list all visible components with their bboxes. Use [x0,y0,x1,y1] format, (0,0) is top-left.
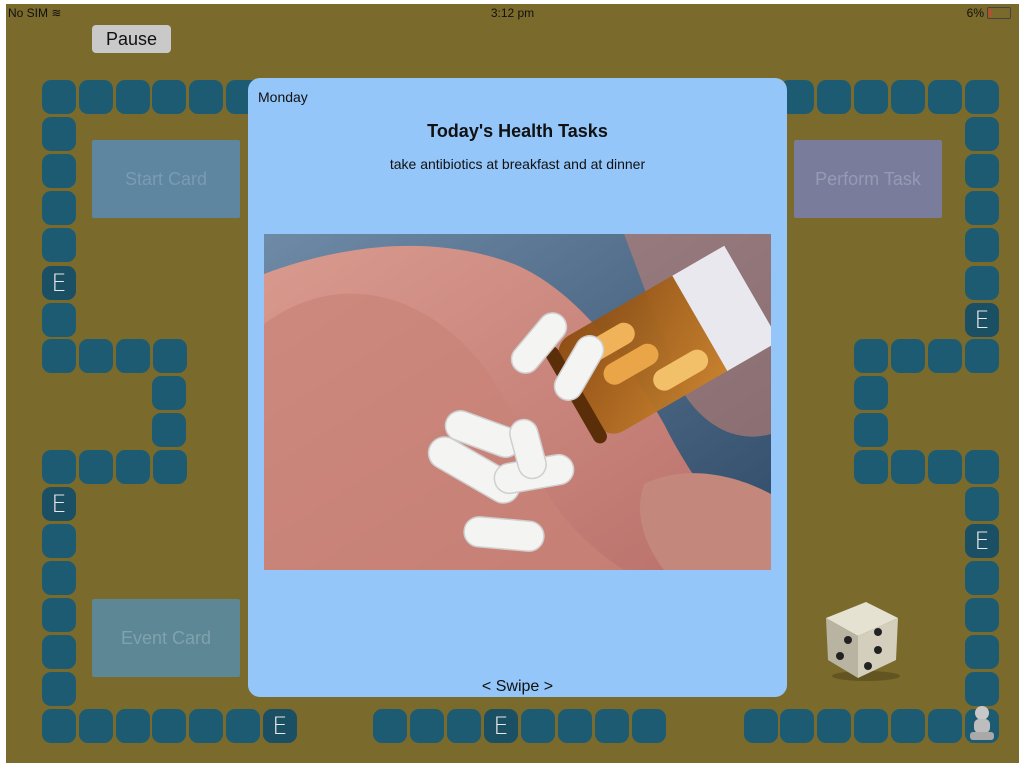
board-tile [854,450,888,484]
board-tile [42,117,76,151]
board-tile [817,709,851,743]
board-tile [965,450,999,484]
player-pawn-icon [970,706,994,740]
card-title: Today's Health Tasks [427,121,608,141]
battery-icon [987,7,1011,19]
board-tile [152,80,187,114]
board-tile [42,191,76,225]
board-tile [595,709,629,743]
board-tile [42,154,76,188]
board-tile [189,709,224,743]
event-tile: E [965,303,999,337]
board-tile [79,450,113,484]
event-card-button[interactable]: Event Card [92,599,240,677]
pause-button[interactable]: Pause [92,25,171,53]
board-tile [817,80,851,114]
board-tile [42,561,76,595]
board-tile [854,709,888,743]
board-tile [115,709,150,743]
board-tile [854,339,888,373]
event-tile: E [484,709,518,743]
dice-icon[interactable] [818,596,904,682]
board-tile [891,80,925,114]
board-tile [558,709,592,743]
board-tile [928,339,962,373]
board-tile [632,709,666,743]
board-tile [965,117,999,151]
board-tile [42,303,76,337]
event-tile: E [965,524,999,558]
status-battery: 6% [967,4,1011,22]
board-tile [965,228,999,262]
board-tile [42,80,76,114]
board-tile [78,80,113,114]
board-tile [42,339,76,373]
day-label: Monday [258,89,308,105]
board-tile [189,80,224,114]
board-tile [744,709,778,743]
board-tile [116,339,150,373]
board-tile [965,598,999,632]
board-tile [891,709,925,743]
board-tile [854,80,888,114]
status-time: 3:12 pm [490,6,535,20]
board-tile [42,672,76,706]
board-tile [928,80,962,114]
board-tile [965,635,999,669]
event-tile: E [262,709,297,743]
perform-task-button[interactable]: Perform Task [794,140,942,218]
board-tile [965,561,999,595]
board-tile [965,80,999,114]
pills-in-hand-photo [264,234,771,570]
board-tile [42,598,76,632]
board-tile [42,709,76,743]
board-tile [78,709,113,743]
board-tile [854,413,888,447]
board-tile [152,413,186,447]
board-tile [447,709,481,743]
board-tile [965,154,999,188]
board-tile [152,709,187,743]
board-tile [965,339,999,373]
start-card-button[interactable]: Start Card [92,140,240,218]
event-tile: E [42,266,76,300]
board-tile [965,487,999,521]
board-tile [42,450,76,484]
board-tile [965,672,999,706]
board-tile [928,450,962,484]
board-tile [521,709,555,743]
board-tile [42,524,76,558]
board-tile [891,450,925,484]
board-tile [79,339,113,373]
task-description: take antibiotics at breakfast and at din… [389,156,646,172]
board-tile [116,450,150,484]
health-task-card[interactable]: Monday Today's Health Tasks take antibio… [248,78,787,697]
swipe-hint: < Swipe > [481,678,554,695]
board-tile [152,376,186,410]
board-tile [965,266,999,300]
board-tile [153,450,187,484]
battery-percent: 6% [966,6,984,20]
board-tile [115,80,150,114]
board-tile [226,709,260,743]
game-screen: No SIM ≋ 3:12 pm 6% Pause EEEEEE Start C… [6,4,1019,763]
event-tile: E [42,487,76,521]
board-tile [780,709,814,743]
board-tile [153,339,187,373]
board-tile [965,191,999,225]
board-tile [891,339,925,373]
board-tile [373,709,407,743]
board-tile [410,709,444,743]
board-tile [854,376,888,410]
board-tile [42,228,76,262]
board-tile [928,709,962,743]
board-tile [42,635,76,669]
